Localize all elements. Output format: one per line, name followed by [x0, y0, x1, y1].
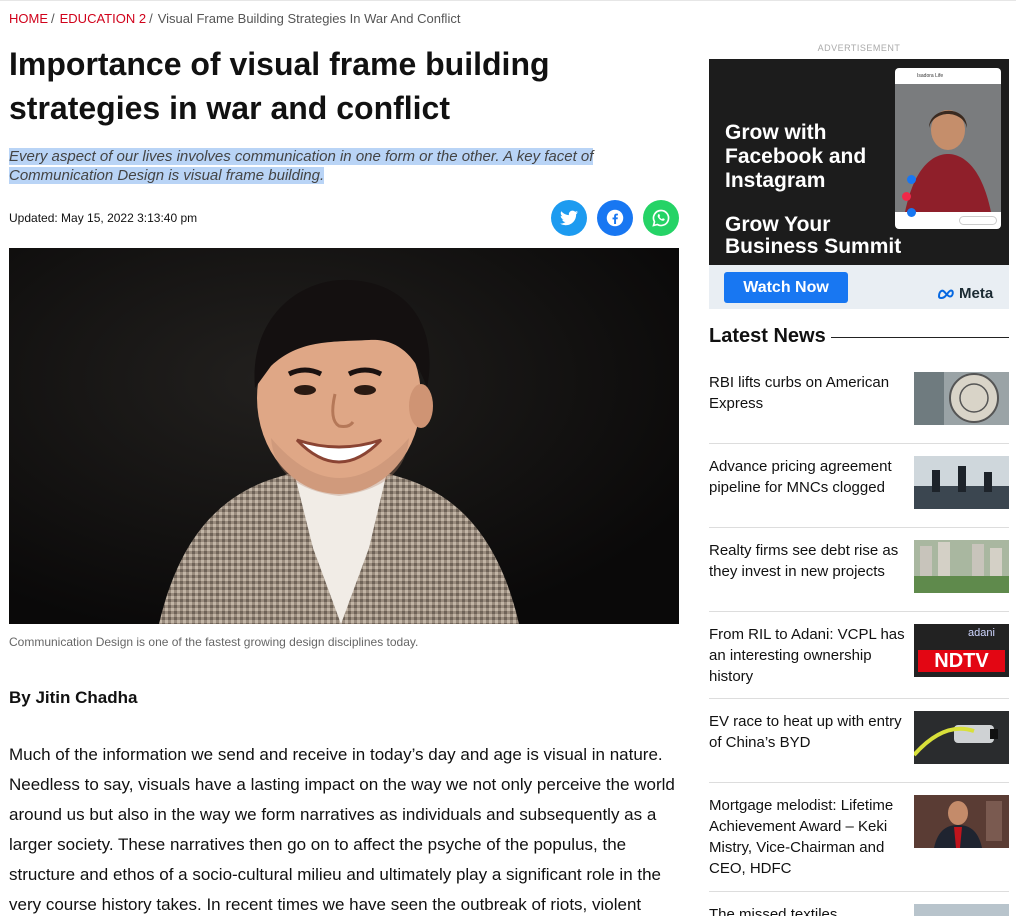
- ad-phone-button: [959, 216, 997, 225]
- ad-phone-photo: [895, 84, 1001, 212]
- like-reaction-icon: [907, 208, 916, 217]
- ad-phone-mockup: Isadora Life: [895, 68, 1001, 229]
- news-item[interactable]: The missed textiles: [709, 904, 1009, 916]
- advertisement-banner[interactable]: Grow with Facebook and Instagram Grow Yo…: [709, 59, 1009, 309]
- ad-watch-now-button[interactable]: Watch Now: [724, 272, 848, 303]
- article-title: Importance of visual frame building stra…: [9, 46, 550, 126]
- news-item-title[interactable]: Advance pricing agreement pipeline for M…: [709, 456, 905, 498]
- news-item[interactable]: Advance pricing agreement pipeline for M…: [709, 456, 1009, 528]
- news-item[interactable]: Realty firms see debt rise as they inves…: [709, 540, 1009, 612]
- news-item-title[interactable]: EV race to heat up with entry of China’s…: [709, 711, 905, 753]
- news-item-title[interactable]: From RIL to Adani: VCPL has an interesti…: [709, 624, 905, 687]
- news-item-title[interactable]: The missed textiles: [709, 904, 905, 916]
- advertisement-label: ADVERTISEMENT: [817, 43, 901, 53]
- breadcrumb: HOME / EDUCATION 2/Visual Frame Building S…: [9, 11, 460, 26]
- author-byline: By Jitin Chadha: [9, 688, 138, 707]
- share-whatsapp-button[interactable]: [643, 200, 679, 236]
- news-item-title[interactable]: RBI lifts curbs on American Express: [709, 372, 905, 414]
- article-body: Much of the information we send and rece…: [9, 745, 675, 914]
- ad-headline-line: Grow with: [725, 121, 827, 144]
- news-item-thumbnail[interactable]: [914, 795, 1009, 848]
- latest-news-rule: [831, 337, 1009, 338]
- ad-brand-name: Meta: [959, 285, 994, 302]
- breadcrumb-separator: /: [149, 11, 153, 26]
- article-summary: Every aspect of our lives involves commu…: [9, 147, 639, 185]
- image-caption: Communication Design is one of the faste…: [9, 635, 419, 649]
- news-item-title[interactable]: Realty firms see debt rise as they inves…: [709, 540, 905, 582]
- ad-brand: Meta: [937, 285, 993, 302]
- portrait-illustration: [9, 248, 679, 624]
- facebook-icon: [606, 209, 624, 227]
- news-item-thumbnail[interactable]: [914, 456, 1009, 509]
- latest-news-heading: Latest News: [709, 325, 826, 347]
- news-item[interactable]: RBI lifts curbs on American Express: [709, 372, 1009, 444]
- like-reaction-icon: [907, 175, 916, 184]
- news-item-thumbnail[interactable]: [914, 372, 1009, 425]
- news-item-thumbnail[interactable]: [914, 904, 1009, 916]
- ad-subline-line: Business Summit: [725, 235, 902, 258]
- news-item[interactable]: From RIL to Adani: VCPL has an interesti…: [709, 624, 1009, 699]
- heart-reaction-icon: [902, 192, 911, 201]
- updated-timestamp: Updated: May 15, 2022 3:13:40 pm: [9, 211, 197, 225]
- news-item[interactable]: EV race to heat up with entry of China’s…: [709, 711, 1009, 783]
- news-item-thumbnail[interactable]: adani NDTV: [914, 624, 1009, 677]
- share-twitter-button[interactable]: [551, 200, 587, 236]
- news-item-title[interactable]: Mortgage melodist: Lifetime Achievement …: [709, 795, 905, 879]
- news-item-thumbnail[interactable]: [914, 711, 1009, 764]
- thumbnail-caption-top: adani: [968, 627, 995, 639]
- breadcrumb-separator: /: [51, 11, 55, 26]
- ad-headline-line: Instagram: [725, 169, 826, 192]
- article-summary-text: Every aspect of our lives involves commu…: [9, 148, 594, 184]
- ad-phone-account: Isadora Life: [917, 73, 944, 79]
- meta-logo-icon: [937, 289, 954, 299]
- whatsapp-icon: [652, 209, 670, 227]
- article-hero-image: [9, 248, 679, 624]
- updated-value: May 15, 2022 3:13:40 pm: [61, 211, 198, 225]
- ad-headline-line: Facebook and: [725, 145, 867, 168]
- breadcrumb-home-link[interactable]: HOME: [9, 11, 48, 26]
- ad-headline: Grow with Facebook and Instagram: [725, 121, 866, 193]
- news-item[interactable]: Mortgage melodist: Lifetime Achievement …: [709, 795, 1009, 892]
- news-item-thumbnail[interactable]: [914, 540, 1009, 593]
- thumbnail-caption-bottom: NDTV: [918, 650, 1005, 672]
- breadcrumb-current: Visual Frame Building Strategies In War …: [157, 11, 461, 26]
- share-facebook-button[interactable]: [597, 200, 633, 236]
- top-border: [0, 0, 1016, 3]
- updated-label: Updated:: [9, 211, 58, 225]
- ad-subline: Grow Your Business Summit: [725, 214, 901, 258]
- ad-subline-line: Grow Your: [725, 213, 831, 236]
- breadcrumb-section-link[interactable]: EDUCATION 2: [60, 11, 146, 26]
- twitter-icon: [560, 210, 578, 226]
